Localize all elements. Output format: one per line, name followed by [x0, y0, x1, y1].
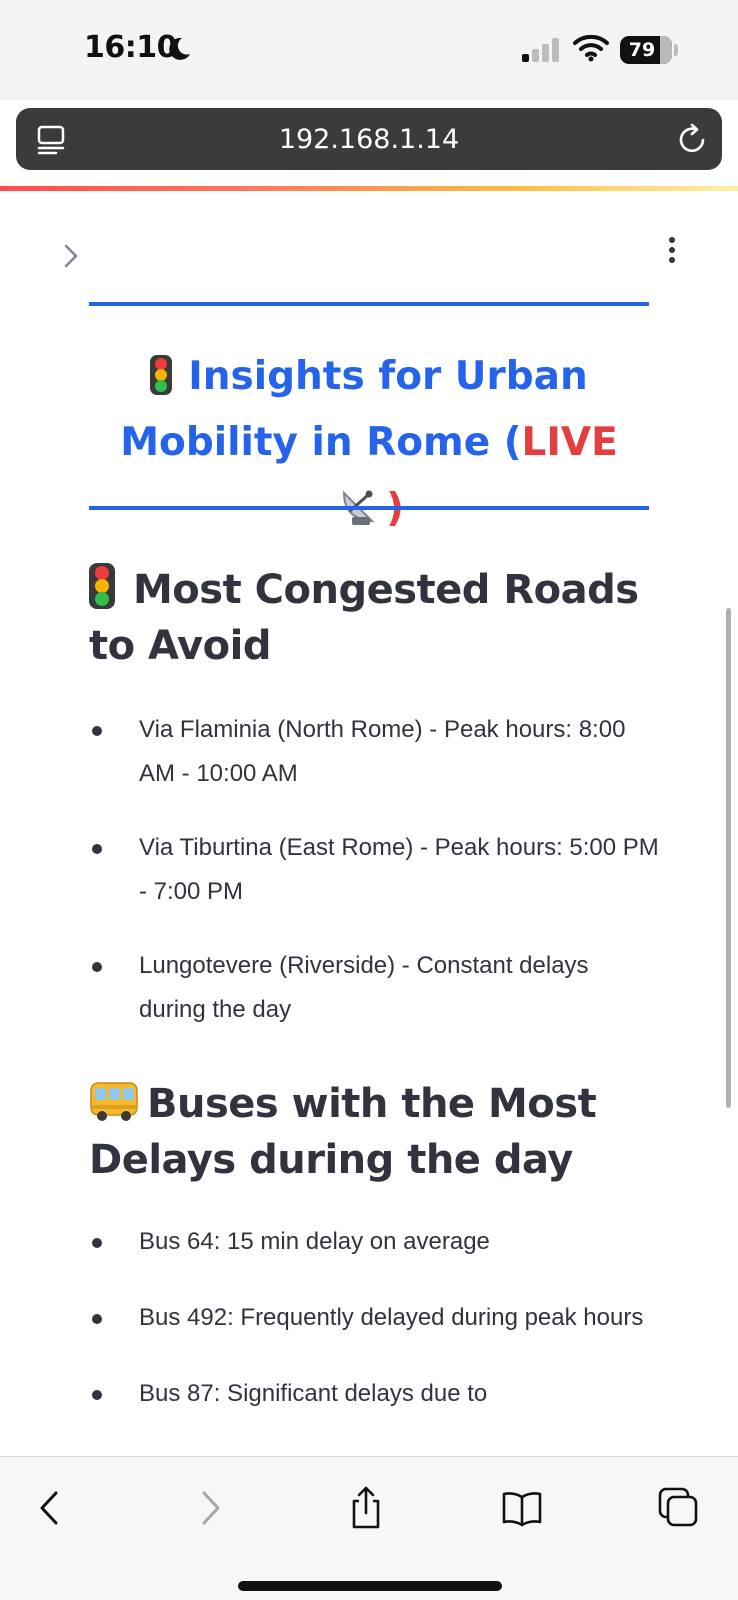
wifi-icon	[573, 34, 609, 62]
title-text: Insights for Urban Mobility in Rome (	[120, 354, 588, 465]
header-decoration	[0, 186, 738, 191]
cellular-signal-icon	[522, 38, 559, 62]
battery-level: 79	[628, 39, 656, 61]
traffic-light-icon	[89, 563, 115, 609]
reload-icon[interactable]	[676, 122, 708, 156]
browser-toolbar	[0, 1456, 738, 1600]
bus-icon	[90, 1082, 138, 1121]
page-scrollbar[interactable]	[726, 608, 731, 1108]
battery-icon: 79	[620, 36, 672, 64]
moon-icon	[169, 37, 190, 60]
bookmarks-icon[interactable]	[500, 1485, 544, 1531]
congested-roads-list: Via Flaminia (North Rome) - Peak hours: …	[89, 708, 659, 1062]
list-item: Bus 64: 15 min delay on average	[89, 1220, 659, 1264]
list-item: Lungotevere (Riverside) - Constant delay…	[89, 944, 659, 1032]
share-icon[interactable]	[344, 1485, 388, 1531]
back-icon[interactable]	[28, 1485, 72, 1531]
delayed-buses-list: Bus 64: 15 min delay on average Bus 492:…	[89, 1220, 659, 1448]
list-item: Bus 87: Significant delays due to	[89, 1372, 659, 1416]
more-options-icon[interactable]	[660, 234, 684, 268]
chevron-right-icon[interactable]	[60, 240, 84, 272]
status-bar: 16:10 79 192.168.1.14	[0, 0, 738, 170]
forward-icon[interactable]	[188, 1485, 232, 1531]
live-label: LIVE	[521, 420, 618, 465]
section-heading-delayed-buses: Buses with the Most Delays during the da…	[89, 1076, 669, 1188]
traffic-light-icon	[150, 355, 173, 395]
list-item: Via Tiburtina (East Rome) - Peak hours: …	[89, 826, 659, 914]
url-text[interactable]: 192.168.1.14	[16, 124, 722, 155]
status-time: 16:10	[84, 30, 178, 65]
title-divider-bottom	[89, 506, 649, 510]
list-item: Via Flaminia (North Rome) - Peak hours: …	[89, 708, 659, 796]
section-heading-text: Buses with the Most Delays during the da…	[89, 1081, 597, 1183]
title-divider-top	[89, 302, 649, 306]
home-indicator	[238, 1581, 502, 1591]
battery-nub	[674, 44, 678, 56]
page-title: Insights for Urban Mobility in Rome (LIV…	[89, 344, 649, 542]
section-heading-congested-roads: Most Congested Roads to Avoid	[89, 562, 669, 674]
section-heading-text: Most Congested Roads to Avoid	[89, 567, 639, 669]
list-item: Bus 492: Frequently delayed during peak …	[89, 1296, 659, 1340]
address-bar[interactable]: 192.168.1.14	[16, 108, 722, 170]
tabs-icon[interactable]	[656, 1485, 700, 1531]
